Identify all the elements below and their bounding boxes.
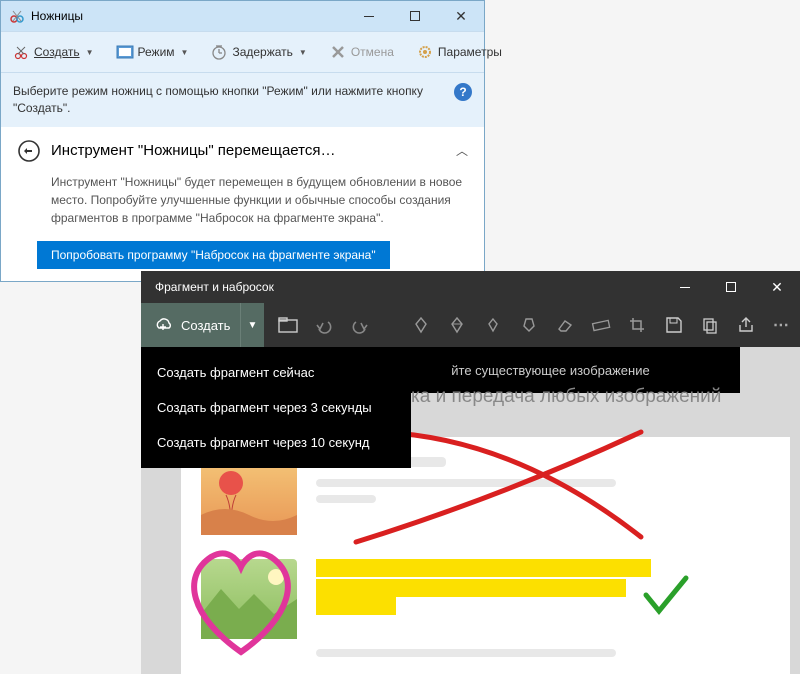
title-text: Ножницы (31, 9, 346, 23)
move-icon (17, 139, 41, 163)
new-label: Создать (34, 45, 80, 59)
options-button[interactable]: Параметры (411, 38, 507, 66)
undo-button[interactable] (306, 303, 342, 347)
snip-sketch-window: Фрагмент и набросок ✕ Создать ▼ ⋯ Создат… (141, 271, 800, 674)
notification-title: Инструмент "Ножницы" перемещается… (51, 142, 446, 159)
cancel-button: Отмена (324, 38, 399, 66)
heart-annotation (171, 537, 311, 667)
options-label: Параметры (438, 45, 502, 59)
cancel-icon (329, 43, 347, 61)
share-button[interactable] (728, 303, 764, 347)
minimize-button[interactable] (662, 271, 708, 303)
snipping-tool-titlebar[interactable]: Ножницы ✕ (1, 1, 484, 31)
touch-write-button[interactable] (403, 303, 439, 347)
content-image (181, 437, 790, 674)
save-button[interactable] (655, 303, 691, 347)
info-bar: Выберите режим ножниц с помощью кнопки "… (1, 73, 484, 127)
overlay-text: йте существующее изображение (451, 363, 649, 378)
dots-icon: ⋯ (773, 315, 791, 335)
mode-icon (116, 43, 134, 61)
dropdown-arrow-icon: ▼ (86, 48, 94, 57)
info-text: Выберите режим ножниц с помощью кнопки "… (13, 83, 444, 117)
ruler-button[interactable] (583, 303, 619, 347)
notification-body: Инструмент "Ножницы" будет перемещен в б… (51, 173, 468, 227)
placeholder (316, 649, 616, 657)
minimize-button[interactable] (346, 1, 392, 31)
highlight-annotation (316, 579, 626, 597)
header-text: ка и передача любых изображений (411, 386, 721, 408)
try-button[interactable]: Попробовать программу "Набросок на фрагм… (37, 241, 390, 269)
cloud-icon (153, 316, 173, 334)
new-snip-button[interactable]: Создать ▼ (7, 38, 99, 66)
gear-icon (416, 43, 434, 61)
check-annotation (641, 573, 691, 618)
close-button[interactable]: ✕ (754, 271, 800, 303)
snipping-toolbar: Создать ▼ Режим ▼ Задержать ▼ Отмена Пар… (1, 31, 484, 73)
dropdown-arrow-icon: ▼ (299, 48, 307, 57)
maximize-button[interactable] (708, 271, 754, 303)
new-button[interactable]: Создать (141, 303, 240, 347)
eraser-button[interactable] (547, 303, 583, 347)
new-dropdown-button[interactable]: ▼ (240, 303, 263, 347)
window-controls: ✕ (662, 271, 800, 303)
maximize-button[interactable] (392, 1, 438, 31)
crop-button[interactable] (619, 303, 655, 347)
sketch-title: Фрагмент и набросок (155, 280, 662, 294)
snipping-tool-window: Ножницы ✕ Создать ▼ Режим ▼ Задержать ▼ … (0, 0, 485, 282)
close-button[interactable]: ✕ (438, 1, 484, 31)
notification-card: Инструмент "Ножницы" перемещается… ︿ Инс… (1, 127, 484, 281)
cancel-label: Отмена (351, 45, 394, 59)
sketch-titlebar[interactable]: Фрагмент и набросок ✕ (141, 271, 800, 303)
copy-button[interactable] (692, 303, 728, 347)
delay-button[interactable]: Задержать ▼ (205, 38, 311, 66)
mode-label: Режим (138, 45, 175, 59)
chevron-down-icon: ▼ (248, 320, 258, 331)
new-label: Создать (181, 318, 230, 333)
sketch-toolbar: Создать ▼ ⋯ (141, 303, 800, 347)
snip-10s-item[interactable]: Создать фрагмент через 10 секунд (141, 425, 411, 460)
snip-now-item[interactable]: Создать фрагмент сейчас (141, 355, 411, 390)
app-icon (9, 8, 25, 24)
scissors-icon (12, 43, 30, 61)
more-button[interactable]: ⋯ (764, 303, 800, 347)
chevron-up-icon[interactable]: ︿ (456, 142, 468, 159)
window-controls: ✕ (346, 1, 484, 31)
help-icon[interactable]: ? (454, 83, 472, 101)
pencil-button[interactable] (475, 303, 511, 347)
delay-label: Задержать (232, 45, 292, 59)
highlight-annotation (316, 597, 396, 615)
snip-3s-item[interactable]: Создать фрагмент через 3 секунды (141, 390, 411, 425)
new-dropdown-menu: Создать фрагмент сейчас Создать фрагмент… (141, 347, 411, 468)
highlight-annotation (316, 559, 651, 577)
clock-icon (210, 43, 228, 61)
dropdown-arrow-icon: ▼ (181, 48, 189, 57)
pen-button[interactable] (439, 303, 475, 347)
mode-button[interactable]: Режим ▼ (111, 38, 194, 66)
highlighter-button[interactable] (511, 303, 547, 347)
redo-button[interactable] (342, 303, 378, 347)
open-button[interactable] (270, 303, 306, 347)
notification-header: Инструмент "Ножницы" перемещается… ︿ (17, 139, 468, 163)
